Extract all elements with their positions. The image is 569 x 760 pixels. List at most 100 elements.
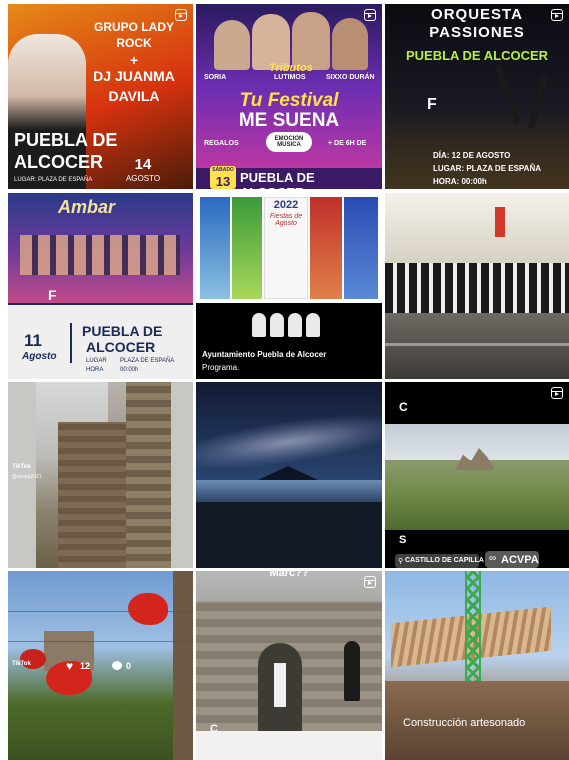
tiktok-label: TikTok (12, 464, 31, 470)
lake-reflection (196, 480, 382, 502)
fence (385, 343, 569, 346)
town-line2: ALCOCER (14, 152, 103, 172)
foreground (196, 502, 382, 568)
town-label: PUEBLA DE ALCOCER (240, 170, 315, 189)
post-caption: Programa. (202, 363, 240, 372)
artist-name-2: LUTIMOS (274, 74, 306, 81)
stage (385, 313, 569, 379)
link-icon: ∞ (489, 553, 497, 564)
event-day: 11 (24, 331, 42, 350)
overlay-letter-top: C (399, 400, 408, 414)
post-tile-programa-fiestas[interactable]: 2022 Fiestas de Agosto Ayuntamiento Pueb… (196, 193, 382, 379)
plus-sign: + (129, 52, 139, 68)
tiktok-label: TikTok (12, 661, 31, 667)
post-tile-grupo-lady-rock[interactable]: GRUPO LADY ROCK + DJ JUANMA DAVILA PUEBL… (8, 4, 193, 189)
hora-label: HORA (86, 367, 104, 373)
orquesta-title-line1: ORQUESTA (431, 6, 523, 23)
poster-panel (232, 197, 262, 299)
poster-panel (200, 197, 230, 299)
post-tile-banda-musica[interactable] (385, 193, 569, 379)
mention-tag-text: ACVPA (501, 554, 539, 566)
hora-value: 00:00h (120, 367, 139, 373)
person (288, 313, 302, 337)
event-day: 14 (134, 156, 152, 173)
event-month: AGOSTO (125, 174, 161, 183)
town-line1: PUEBLA DE (14, 130, 118, 150)
event-place: LUGAR: PLAZA DE ESPAÑA (433, 164, 541, 173)
headline-line2: ROCK (116, 36, 152, 50)
event-place: LUGAR: PLAZA DE ESPAÑA (14, 177, 93, 183)
town-line2: ALCOCER (86, 339, 156, 355)
headline-line3: DJ JUANMA (93, 68, 175, 84)
comments-count: 0 (126, 661, 132, 671)
poster-year: 2022 (273, 199, 299, 211)
event-month: Agosto (22, 351, 57, 362)
wire (8, 641, 193, 642)
hillside (385, 460, 569, 530)
post-tile-construccion-artesonado[interactable]: Construcción artesonado (385, 571, 569, 760)
lugar-value: PLAZA DE ESPAÑA (120, 358, 175, 364)
divider (70, 323, 72, 363)
post-tile-ambar-orquesta[interactable]: Ambar F 11 Agosto PUEBLA DE ALCOCER LUGA… (8, 193, 193, 379)
hours-note: + DE 6H DE (328, 140, 367, 147)
festival-sub: EMOCION MUSICA (274, 136, 304, 148)
location-pin-icon: ⚲ (398, 558, 404, 565)
band-members (20, 235, 180, 275)
likes-count: 12 (80, 661, 91, 671)
artist-photo (214, 20, 250, 70)
poppy-flower (128, 593, 168, 625)
artist-name-1: SORIA (204, 74, 227, 81)
overlay-letter: F (48, 287, 57, 303)
post-tile-amapolas[interactable]: TikTok ♥ 12 0 (8, 571, 193, 760)
wire (8, 611, 193, 612)
comment-icon (112, 661, 122, 670)
stone-wall (58, 422, 128, 568)
band-name: Ambar (58, 197, 116, 217)
artist-photo (332, 18, 368, 70)
headline-line1: GRUPO LADY (93, 20, 174, 34)
overlay-letter: F (427, 96, 437, 113)
post-tile-castillo-capilla[interactable]: C S ⚲ CASTILLO DE CAPILLA ∞ ACVPA (385, 382, 569, 568)
town-label: PUEBLA DE ALCOCER (405, 48, 549, 63)
person (270, 313, 284, 337)
event-day: 13 (215, 174, 231, 189)
white-overlay (196, 731, 382, 760)
reels-icon (175, 9, 187, 21)
poster-panel (344, 197, 378, 299)
reels-icon (551, 9, 563, 21)
dancer (274, 663, 286, 707)
post-tile-orquesta-passiones[interactable]: ORQUESTA PASSIONES PUEBLA DE ALCOCER F D… (385, 4, 569, 189)
reels-icon (364, 576, 376, 588)
blur-edge (171, 382, 193, 568)
poster-subtitle: Fiestas de Agosto (269, 213, 303, 227)
lugar-label: LUGAR (86, 358, 107, 364)
building-facade (385, 193, 569, 263)
festival-title-line1: Tu Festival (239, 90, 339, 111)
tributos-label: Tributos (269, 62, 313, 74)
account-name: Ayuntamiento Puebla de Alcocer (202, 350, 327, 359)
flag (495, 207, 505, 237)
post-tile-via-lactea[interactable] (196, 382, 382, 568)
overlay-letter: C (210, 723, 218, 735)
stone-wall (126, 382, 171, 568)
tiktok-handle: @acvpa2021 (12, 474, 42, 480)
reels-icon (551, 387, 563, 399)
post-tile-tiktok-ruinas[interactable]: TikTok @acvpa2021 (8, 382, 193, 568)
gifts-note: REGALOS (204, 140, 239, 147)
person (252, 313, 266, 337)
post-caption: Construcción artesonado (403, 717, 526, 729)
musicians (385, 263, 569, 313)
reels-grid: GRUPO LADY ROCK + DJ JUANMA DAVILA PUEBL… (0, 0, 569, 760)
hill-silhouette (258, 466, 318, 480)
fence-post (173, 571, 193, 760)
location-tag-text: CASTILLO DE CAPILLA (405, 557, 484, 564)
town-line1: PUEBLA DE (82, 323, 163, 339)
artist-name-3: SIXXO DURÁN (326, 74, 375, 81)
post-tile-tu-festival-me-suena[interactable]: Tributos SORIA LUTIMOS SIXXO DURÁN Tu Fe… (196, 4, 382, 189)
orquesta-title-line2: PASSIONES (429, 24, 525, 41)
poster-panel (310, 197, 342, 299)
dancer (344, 641, 360, 701)
event-time: HORA: 00:00h (433, 177, 487, 186)
post-tile-baile-ruinas[interactable]: Marc?? C (196, 571, 382, 760)
overlay-letter-bottom: S (399, 534, 407, 546)
